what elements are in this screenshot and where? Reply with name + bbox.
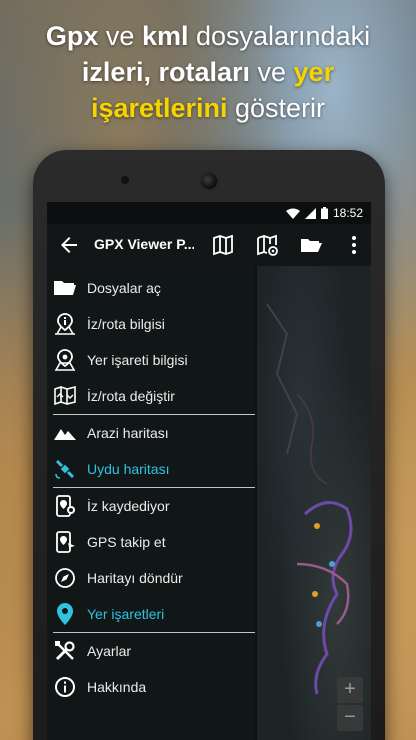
cell-signal-icon: [304, 207, 316, 219]
track-overlay: [266, 303, 353, 695]
promo-word-yer: yer: [293, 57, 335, 87]
menu-item-label: Uydu haritası: [87, 461, 170, 477]
promo-word-ve: ve: [98, 21, 142, 51]
menu-item-label: Hakkında: [87, 679, 147, 695]
menu-item-label: Ayarlar: [87, 643, 132, 659]
zoom-out-button[interactable]: −: [337, 705, 363, 731]
navigation-drawer: Dosyalar aç İz/rota bilgisi Yer işareti …: [47, 266, 255, 740]
promo-word-kml: kml: [141, 21, 189, 51]
menu-item-waypoints[interactable]: Yer işaretleri: [47, 596, 255, 632]
menu-item-change-track[interactable]: İz/rota değiştir: [47, 378, 255, 414]
menu-item-label: Haritayı döndür: [87, 570, 183, 586]
status-bar: 18:52: [47, 202, 371, 224]
promo-word-ve-2: ve: [250, 57, 294, 87]
phone-camera: [199, 171, 219, 191]
promo-word-gosterir: gösterir: [227, 93, 326, 123]
wifi-icon: [285, 208, 300, 219]
menu-item-label: İz kaydediyor: [87, 498, 170, 514]
waypoint-info-icon: [53, 348, 77, 372]
promo-word-isaretlerini: işaretlerini: [90, 93, 228, 123]
menu-item-label: Arazi haritası: [87, 425, 169, 441]
compass-icon: [53, 566, 77, 590]
overflow-menu-icon[interactable]: [342, 233, 366, 257]
place-marker-icon: [53, 602, 77, 626]
menu-item-label: Dosyalar aç: [87, 280, 161, 296]
phone-sensor: [121, 176, 129, 184]
folder-open-icon[interactable]: [299, 233, 323, 257]
menu-item-open-files[interactable]: Dosyalar aç: [47, 270, 255, 306]
map-icon[interactable]: [211, 233, 235, 257]
promo-word-gpx: Gpx: [45, 21, 99, 51]
menu-item-label: İz/rota değiştir: [87, 388, 175, 404]
status-time: 18:52: [332, 206, 363, 220]
promo-word-izleri: izleri, rotaları: [81, 57, 250, 87]
promo-headline: Gpx ve kml dosyalarındaki izleri, rotala…: [0, 18, 416, 126]
menu-item-gps-follow[interactable]: GPS takip et: [47, 524, 255, 560]
back-arrow-icon[interactable]: [57, 233, 81, 257]
menu-item-record-track[interactable]: İz kaydediyor: [47, 488, 255, 524]
menu-item-settings[interactable]: Ayarlar: [47, 633, 255, 669]
menu-item-terrain-map[interactable]: Arazi haritası: [47, 415, 255, 451]
menu-item-waypoint-info[interactable]: Yer işareti bilgisi: [47, 342, 255, 378]
toolbar-title: GPX Viewer P...: [94, 236, 194, 252]
promo-line-3: işaretlerini gösterir: [0, 90, 416, 126]
promo-word-dosyalar: dosyalarındaki: [188, 21, 371, 51]
zoom-in-button[interactable]: +: [337, 677, 363, 703]
satellite-map[interactable]: + −: [257, 264, 371, 740]
menu-item-label: GPS takip et: [87, 534, 166, 550]
promo-line-1: Gpx ve kml dosyalarındaki: [0, 18, 416, 54]
folder-icon: [53, 276, 77, 300]
gps-follow-icon: [53, 530, 77, 554]
menu-item-label: Yer işareti bilgisi: [87, 352, 188, 368]
menu-item-label: İz/rota bilgisi: [87, 316, 165, 332]
settings-tools-icon: [53, 639, 77, 663]
info-icon: [53, 675, 77, 699]
menu-item-track-info[interactable]: İz/rota bilgisi: [47, 306, 255, 342]
terrain-icon: [53, 421, 77, 445]
map-settings-icon[interactable]: [255, 233, 279, 257]
change-track-icon: [53, 384, 77, 408]
track-info-icon: [53, 312, 77, 336]
battery-icon: [320, 207, 328, 219]
menu-item-satellite-map[interactable]: Uydu haritası: [47, 451, 255, 487]
satellite-icon: [53, 457, 77, 481]
menu-item-about[interactable]: Hakkında: [47, 669, 255, 705]
promo-line-2: izleri, rotaları ve yer: [0, 54, 416, 90]
menu-item-rotate-map[interactable]: Haritayı döndür: [47, 560, 255, 596]
phone-screen: + − 18:52 GPX Viewer P... Dosyalar aç İz…: [47, 202, 371, 740]
phone-frame: + − 18:52 GPX Viewer P... Dosyalar aç İz…: [33, 150, 385, 740]
menu-item-label: Yer işaretleri: [87, 606, 165, 622]
record-track-icon: [53, 494, 77, 518]
app-toolbar: GPX Viewer P...: [47, 224, 371, 266]
